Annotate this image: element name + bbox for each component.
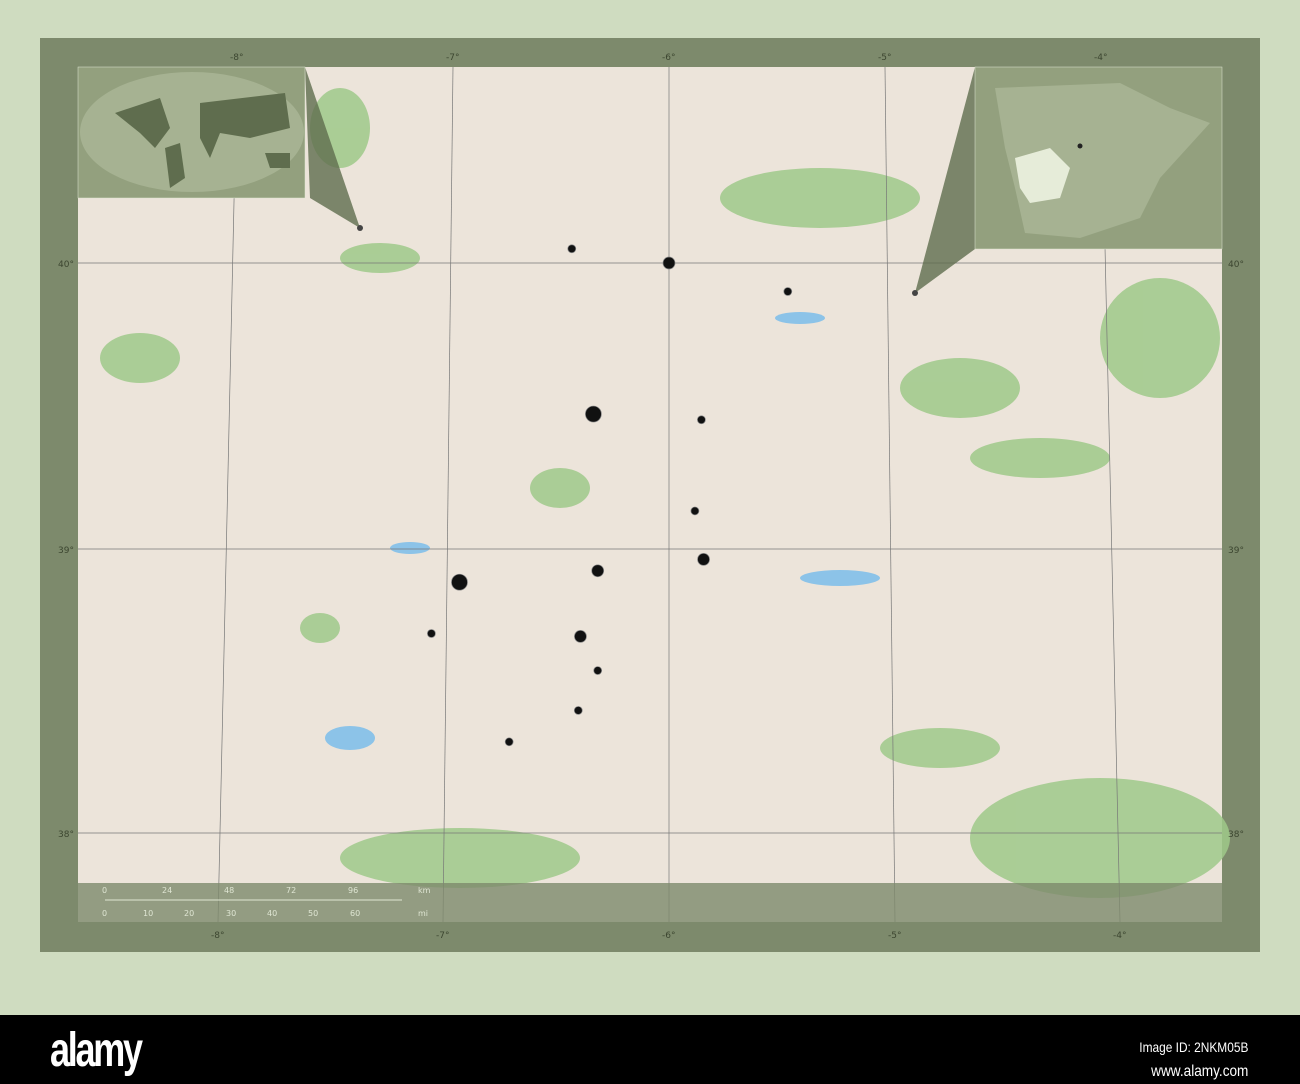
map-frame: 0 24 48 72 96 km 0 10 20 30 40 50 60 mi … (40, 38, 1260, 952)
svg-text:60: 60 (350, 909, 360, 918)
svg-text:-7°: -7° (436, 931, 449, 941)
alamy-logo: alamy (50, 1024, 143, 1077)
image-id: Image ID: 2NKM05B (1138, 1039, 1248, 1055)
city-marker[interactable] (427, 629, 436, 638)
svg-text:40: 40 (267, 909, 277, 918)
watermark-banner: alamy Image ID: 2NKM05B www.alamy.com (0, 1015, 1300, 1084)
svg-text:0: 0 (102, 886, 107, 895)
site-url: www.alamy.com (1150, 1063, 1248, 1080)
svg-text:38°: 38° (1228, 830, 1244, 840)
svg-text:km: km (418, 886, 431, 895)
svg-text:40°: 40° (58, 260, 74, 270)
city-marker[interactable] (573, 706, 583, 715)
svg-text:20: 20 (184, 909, 194, 918)
city-marker[interactable] (697, 415, 706, 425)
svg-text:-6°: -6° (662, 53, 675, 63)
svg-text:-8°: -8° (230, 53, 243, 63)
svg-text:40°: 40° (1228, 260, 1244, 270)
map-canvas[interactable]: 0 24 48 72 96 km 0 10 20 30 40 50 60 mi … (40, 38, 1260, 952)
city-marker[interactable] (567, 244, 577, 254)
svg-text:39°: 39° (1228, 546, 1244, 556)
city-marker[interactable] (451, 573, 468, 591)
svg-text:24: 24 (162, 886, 172, 895)
svg-text:-4°: -4° (1113, 931, 1126, 941)
city-marker[interactable] (593, 666, 603, 675)
svg-text:-5°: -5° (888, 931, 901, 941)
svg-text:10: 10 (143, 909, 153, 918)
svg-text:30: 30 (226, 909, 236, 918)
longitude-labels-top: -8° -7° -6° -5° -4° (230, 53, 1107, 63)
svg-text:39°: 39° (58, 546, 74, 556)
city-marker[interactable] (783, 287, 793, 296)
svg-text:-4°: -4° (1094, 53, 1107, 63)
svg-text:-5°: -5° (878, 53, 891, 63)
city-marker[interactable] (697, 553, 710, 566)
svg-text:-8°: -8° (211, 931, 224, 941)
svg-text:48: 48 (224, 886, 234, 895)
svg-text:38°: 38° (58, 830, 74, 840)
svg-text:50: 50 (308, 909, 318, 918)
svg-text:0: 0 (102, 909, 107, 918)
svg-text:-7°: -7° (446, 53, 459, 63)
city-marker[interactable] (585, 405, 602, 423)
svg-text:-6°: -6° (662, 931, 675, 941)
svg-text:72: 72 (286, 886, 296, 895)
city-marker[interactable] (662, 256, 676, 270)
svg-text:mi: mi (418, 909, 428, 918)
city-marker[interactable] (690, 506, 700, 516)
svg-text:96: 96 (348, 886, 358, 895)
longitude-labels-bottom: -8° -7° -6° -5° -4° (211, 931, 1126, 941)
city-marker[interactable] (504, 737, 514, 747)
scale-band (78, 883, 1222, 922)
city-marker[interactable] (574, 629, 587, 643)
city-marker[interactable] (591, 564, 605, 578)
